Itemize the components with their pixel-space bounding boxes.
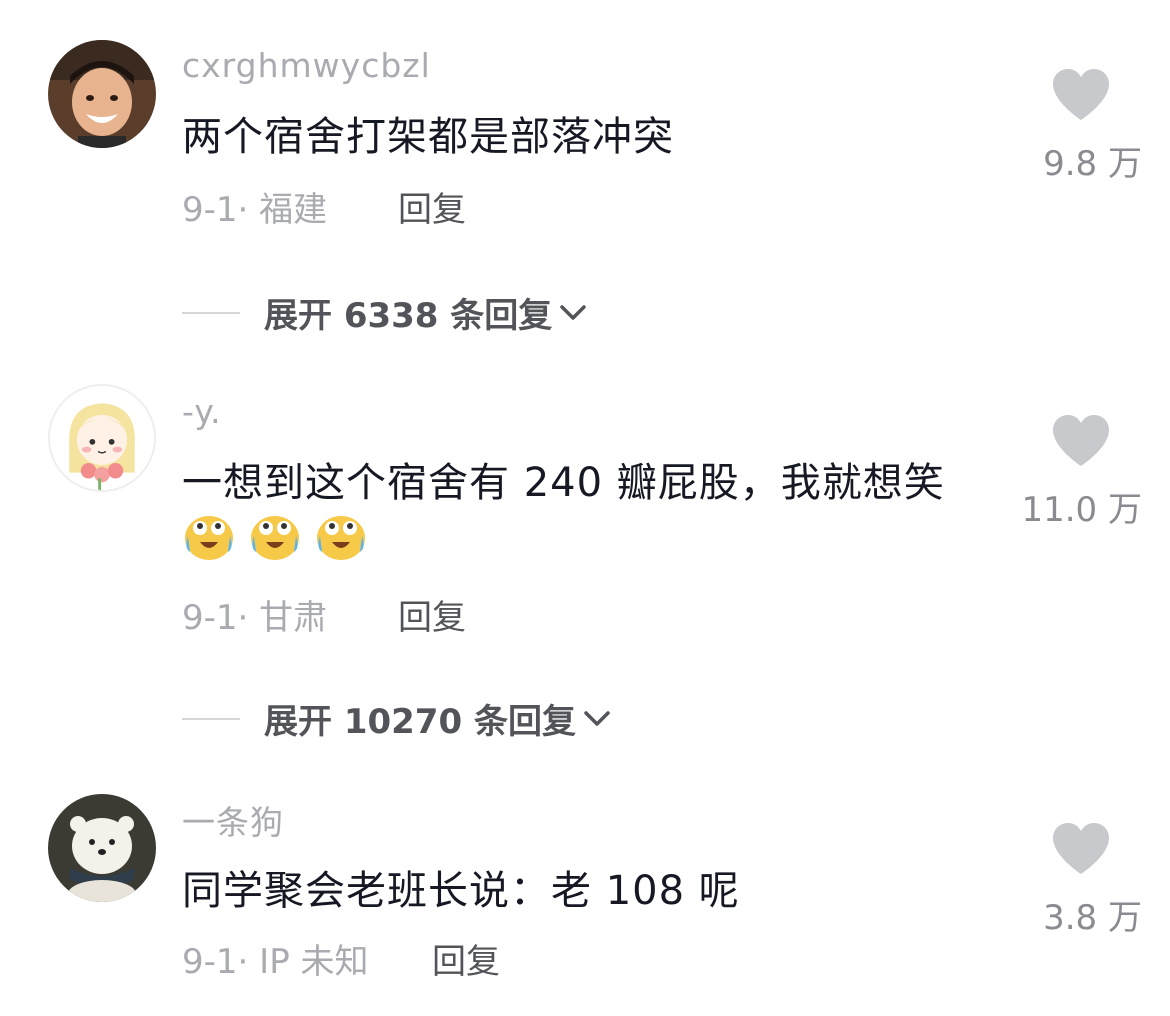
heart-icon[interactable] [1051,822,1111,876]
like-count: 11.0 万 [1021,490,1142,530]
username[interactable]: 一条狗 [182,796,284,844]
comment-date: 9-1 [182,190,238,230]
reply-button[interactable]: 回复 [398,182,466,231]
like-button[interactable]: 3.8 万 [1016,822,1146,939]
emoji-row [182,512,368,562]
comment-meta: 9-1· 福建 [182,182,327,231]
heart-icon[interactable] [1051,414,1111,468]
username[interactable]: -y. [182,392,222,431]
comment-location: · 福建 [237,190,328,230]
divider-line [182,717,240,720]
like-count: 9.8 万 [1043,144,1142,184]
avatar[interactable] [48,384,156,492]
like-button[interactable]: 11.0 万 [1016,414,1146,531]
avatar[interactable] [48,40,156,148]
laughing-crying-emoji [185,516,233,560]
expand-replies-label: 展开 10270 条回复 [264,702,576,742]
expand-replies-button[interactable]: 展开 6338 条回复 [182,288,588,337]
comment-date: 9-1 [182,598,238,638]
comment-text: 两个宿舍打架都是部落冲突 [182,114,674,160]
laughing-crying-emoji [251,516,299,560]
like-button[interactable]: 9.8 万 [1016,68,1146,185]
laughing-crying-emoji [317,516,365,560]
comment-text: 一想到这个宿舍有 240 瓣屁股，我就想笑 [182,460,945,506]
comment-location: · 甘肃 [237,598,328,638]
expand-replies-label: 展开 6338 条回复 [264,296,553,336]
comment-location: · IP 未知 [237,942,369,982]
chevron-down-icon [584,710,610,726]
like-count: 3.8 万 [1043,898,1142,938]
expand-replies-button[interactable]: 展开 10270 条回复 [182,694,612,743]
comment-date: 9-1 [182,942,238,982]
reply-button[interactable]: 回复 [398,590,466,639]
comment-text: 同学聚会老班长说：老 108 呢 [182,868,740,914]
divider-line [182,311,240,314]
comment-meta: 9-1· 甘肃 [182,590,327,639]
reply-button[interactable]: 回复 [432,934,500,983]
comment-meta: 9-1· IP 未知 [182,934,369,983]
heart-icon[interactable] [1051,68,1111,122]
avatar[interactable] [48,794,156,902]
username[interactable]: cxrghmwycbzl [182,46,431,85]
chevron-down-icon [560,304,587,320]
